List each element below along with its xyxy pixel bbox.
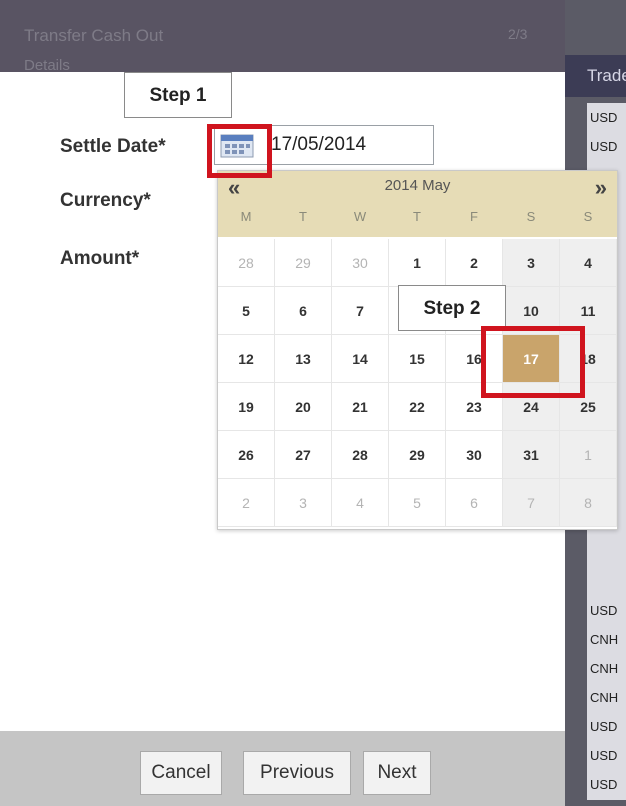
- currency-label: Currency*: [60, 190, 151, 211]
- day-cell[interactable]: 8: [560, 479, 617, 527]
- day-cell[interactable]: 31: [503, 431, 560, 479]
- day-cell[interactable]: 1: [389, 239, 446, 287]
- day-cell[interactable]: 29: [275, 239, 332, 287]
- day-cell[interactable]: 21: [332, 383, 389, 431]
- day-cell[interactable]: 3: [503, 239, 560, 287]
- step1-highlight: [207, 124, 272, 178]
- settle-date-label: Settle Date*: [60, 136, 166, 157]
- datepicker-month-title: 2014 May: [384, 177, 451, 194]
- weekday-label: T: [299, 209, 307, 224]
- day-cell[interactable]: 22: [389, 383, 446, 431]
- background-table-row: CNH: [587, 654, 626, 684]
- next-month-button[interactable]: »: [595, 175, 607, 201]
- transfer-modal: Transfer Cash Out Details 2/3 Settle Dat…: [0, 0, 618, 806]
- day-cell[interactable]: 26: [218, 431, 275, 479]
- day-cell[interactable]: 29: [389, 431, 446, 479]
- background-table-header: Trade: [565, 55, 626, 97]
- step2-callout: Step 2: [398, 285, 506, 331]
- step2-highlight: [481, 326, 585, 398]
- previous-button[interactable]: Previous: [243, 751, 351, 795]
- day-cell[interactable]: 7: [503, 479, 560, 527]
- weekday-label: W: [353, 209, 367, 224]
- step1-callout: Step 1: [124, 72, 232, 118]
- day-cell[interactable]: 20: [275, 383, 332, 431]
- modal-subtitle: Details: [24, 57, 70, 74]
- weekday-label: S: [583, 209, 593, 224]
- day-cell[interactable]: 30: [332, 239, 389, 287]
- step-counter: 2/3: [508, 26, 528, 42]
- day-cell[interactable]: 4: [332, 479, 389, 527]
- weekday-label: M: [240, 209, 252, 224]
- day-cell[interactable]: 15: [389, 335, 446, 383]
- day-cell[interactable]: 2: [446, 239, 503, 287]
- amount-label: Amount*: [60, 248, 140, 269]
- modal-header: Transfer Cash Out Details 2/3: [0, 0, 565, 74]
- day-cell[interactable]: 5: [389, 479, 446, 527]
- weekday-label: S: [526, 209, 536, 224]
- day-cell[interactable]: 6: [275, 287, 332, 335]
- background-table-row: [587, 538, 626, 568]
- day-cell[interactable]: 28: [332, 431, 389, 479]
- day-cell[interactable]: 3: [275, 479, 332, 527]
- modal-title: Transfer Cash Out: [24, 26, 164, 45]
- day-cell[interactable]: 14: [332, 335, 389, 383]
- background-table-row: USD: [587, 741, 626, 771]
- background-table-row: USD: [587, 770, 626, 800]
- day-cell[interactable]: 1: [560, 431, 617, 479]
- background-table-row: USD: [587, 712, 626, 742]
- background-table-row: CNH: [587, 625, 626, 655]
- cancel-button[interactable]: Cancel: [140, 751, 222, 795]
- day-cell[interactable]: 27: [275, 431, 332, 479]
- background-table-row: USD: [587, 596, 626, 626]
- day-cell[interactable]: 30: [446, 431, 503, 479]
- day-cell[interactable]: 28: [218, 239, 275, 287]
- day-cell[interactable]: 7: [332, 287, 389, 335]
- background-table-row: USD: [587, 132, 626, 162]
- day-cell[interactable]: 13: [275, 335, 332, 383]
- day-cell[interactable]: 2: [218, 479, 275, 527]
- background-table-row: [587, 567, 626, 597]
- day-cell[interactable]: 4: [560, 239, 617, 287]
- next-button[interactable]: Next: [363, 751, 431, 795]
- day-cell[interactable]: 6: [446, 479, 503, 527]
- day-cell[interactable]: 5: [218, 287, 275, 335]
- weekday-label: T: [413, 209, 421, 224]
- background-table-row: CNH: [587, 683, 626, 713]
- background-table-row: USD: [587, 103, 626, 133]
- day-cell[interactable]: 19: [218, 383, 275, 431]
- modal-footer: Cancel Previous Next: [0, 731, 565, 806]
- datepicker-header: « 2014 May » MTWTFSS: [218, 171, 617, 237]
- day-cell[interactable]: 12: [218, 335, 275, 383]
- weekday-label: F: [470, 209, 478, 224]
